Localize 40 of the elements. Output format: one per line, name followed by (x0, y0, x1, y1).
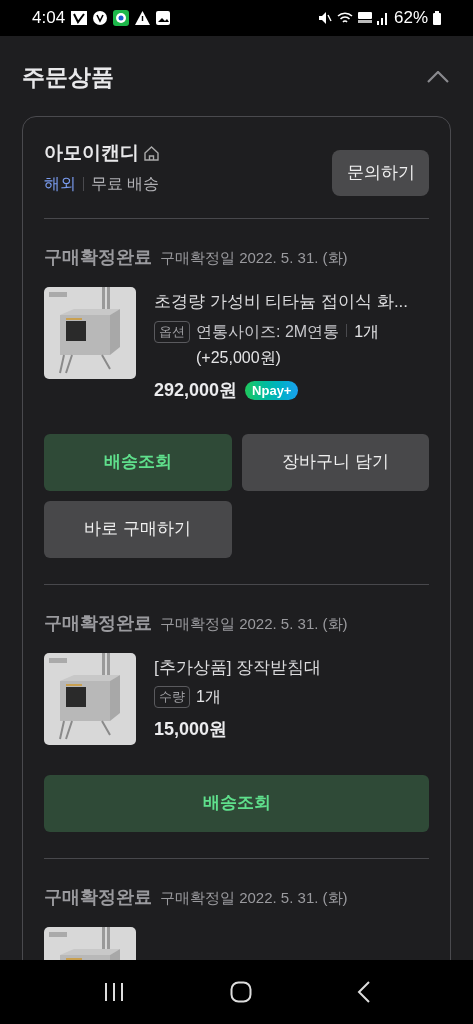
home-button-icon[interactable] (229, 981, 252, 1003)
battery-percent: 62% (393, 7, 428, 30)
action-button[interactable]: 장바구니 담기 (241, 433, 429, 491)
recent-apps-icon[interactable] (102, 982, 125, 1002)
price: 15,000원 (154, 718, 228, 741)
confirm-date: 구매확정일 2022. 5. 31. (화) (160, 887, 348, 908)
confirm-date: 구매확정일 2022. 5. 31. (화) (160, 248, 348, 268)
order-status: 구매확정완료 (44, 611, 152, 635)
store-name[interactable]: 아모이캔디 (44, 139, 139, 168)
battery-icon (433, 11, 441, 25)
track-delivery-button[interactable]: 배송조회 (44, 774, 429, 832)
status-time: 4:04 (32, 7, 66, 30)
collapse-chevron-icon[interactable] (427, 71, 449, 83)
product-title[interactable]: [추가상품] 장작받침대 (154, 654, 429, 680)
track-delivery-button[interactable]: 배송조회 (44, 433, 232, 491)
inquiry-button[interactable]: 문의하기 (332, 150, 429, 196)
image-icon (156, 11, 171, 25)
product-title[interactable]: 초경량 가성비 티타늄 접이식 화... (154, 289, 429, 315)
back-icon[interactable] (356, 981, 371, 1003)
overseas-label: 해외 (44, 173, 76, 194)
option-text: 1개 (196, 687, 221, 707)
price: 292,000원 (154, 378, 238, 402)
badge-icon (93, 11, 108, 25)
order-status: 구매확정완료 (44, 885, 152, 909)
option-tag: 옵션 (154, 320, 190, 343)
option-text: 연통사이즈: 2M연통 1개 (+25,000원) (196, 321, 381, 368)
npay-badge: Npay+ (245, 380, 299, 400)
home-icon[interactable] (143, 144, 160, 162)
option-tag: 수량 (154, 686, 190, 708)
mute-icon (317, 11, 332, 25)
wifi-icon (336, 11, 353, 25)
signal-icon (376, 11, 389, 25)
app-icon (113, 10, 130, 26)
notification-icon (71, 11, 88, 25)
shipping-label: 무료 배송 (91, 173, 160, 194)
confirm-date: 구매확정일 2022. 5. 31. (화) (160, 613, 348, 634)
action-button[interactable]: 바로 구매하기 (44, 500, 232, 558)
section-title: 주문상품 (22, 62, 114, 92)
warning-icon (135, 11, 151, 25)
order-status: 구매확정완료 (44, 246, 152, 269)
